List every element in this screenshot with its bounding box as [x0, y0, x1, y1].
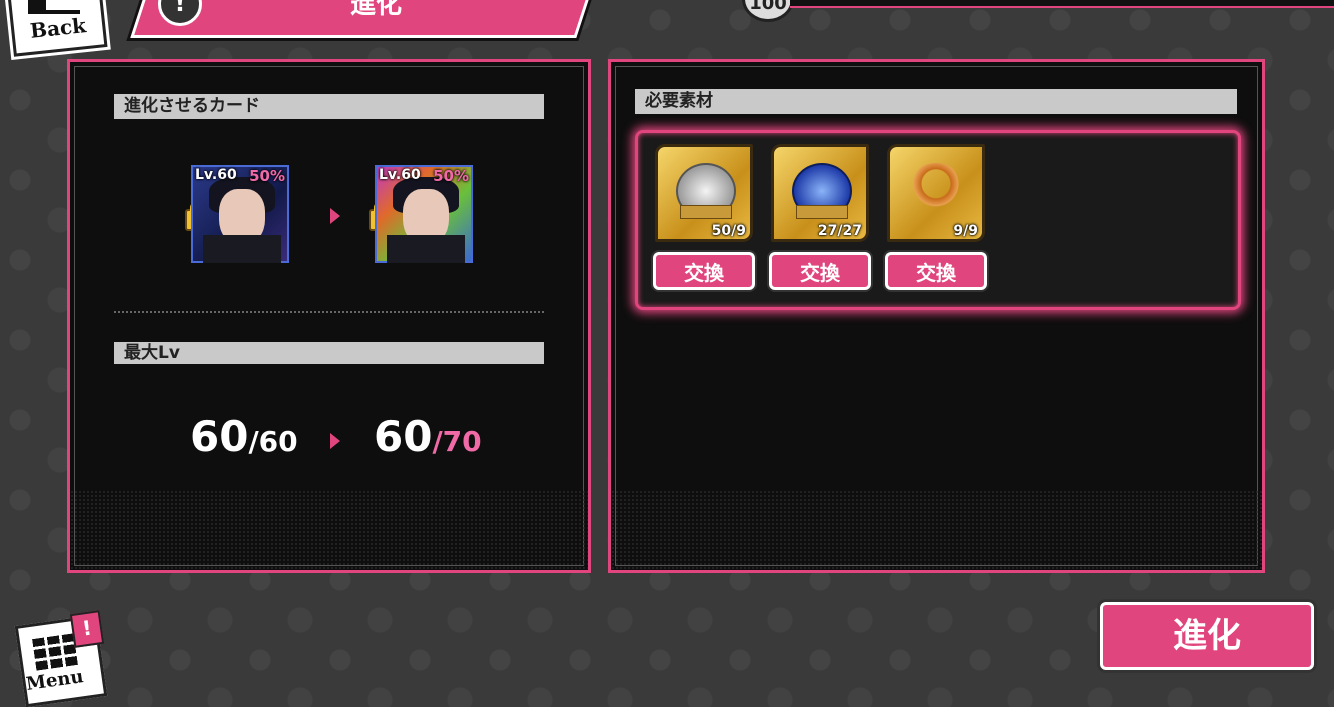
- evolve-arrow-icon: [330, 208, 340, 224]
- material-item[interactable]: 27/27: [771, 144, 869, 242]
- material-item[interactable]: 50/9: [655, 144, 753, 242]
- max-lv-after-current: 60: [374, 412, 433, 461]
- card-panel: 進化させるカード Lv.60 50% Lv.60 50% 最大Lv 60/60 …: [67, 59, 591, 573]
- coin-badge: 100: [742, 0, 794, 22]
- evolve-button[interactable]: 進化: [1100, 602, 1314, 670]
- divider: [114, 311, 544, 313]
- headphones-icon: [908, 163, 964, 215]
- material-count: 50/9: [711, 223, 746, 239]
- resource-bar: [790, 0, 1334, 8]
- material-item[interactable]: 9/9: [887, 144, 985, 242]
- card-level: Lv.60: [195, 167, 237, 183]
- exchange-button[interactable]: 交換: [769, 252, 871, 290]
- max-lv-before-max: /60: [248, 425, 298, 458]
- card-percent: 50%: [249, 167, 285, 185]
- gold-banner: [796, 205, 848, 219]
- page-title: 進化: [350, 0, 403, 20]
- card-percent: 50%: [433, 167, 469, 185]
- max-lv-after-max: /70: [432, 425, 482, 458]
- max-lv-title: 最大Lv: [114, 342, 544, 364]
- material-count: 9/9: [953, 223, 978, 239]
- exchange-button[interactable]: 交換: [653, 252, 755, 290]
- back-button[interactable]: Back: [0, 0, 108, 60]
- material-count: 27/27: [817, 223, 862, 239]
- panel-pattern: [611, 490, 1262, 570]
- max-lv-before-current: 60: [190, 412, 249, 461]
- materials-panel: 必要素材 50/9 交換 27/27 交換 9/9 交換: [608, 59, 1265, 573]
- card-body: [203, 235, 281, 263]
- card-body: [387, 235, 465, 263]
- gold-banner: [680, 205, 732, 219]
- max-lv-after: 60/70: [374, 412, 482, 461]
- grid-icon: [31, 633, 79, 671]
- card-section-title: 進化させるカード: [114, 94, 544, 119]
- panel-pattern: [70, 490, 588, 570]
- max-lv-arrow-icon: [330, 433, 340, 449]
- card-before[interactable]: Lv.60 50%: [191, 165, 289, 263]
- menu-button[interactable]: ! Menu: [0, 610, 110, 707]
- card-after[interactable]: Lv.60 50%: [375, 165, 473, 263]
- exchange-button[interactable]: 交換: [885, 252, 987, 290]
- card-level: Lv.60: [379, 167, 421, 183]
- max-lv-before: 60/60: [190, 412, 298, 461]
- back-arrow-icon: [28, 0, 80, 14]
- notification-badge: !: [69, 610, 105, 648]
- materials-title: 必要素材: [635, 89, 1237, 114]
